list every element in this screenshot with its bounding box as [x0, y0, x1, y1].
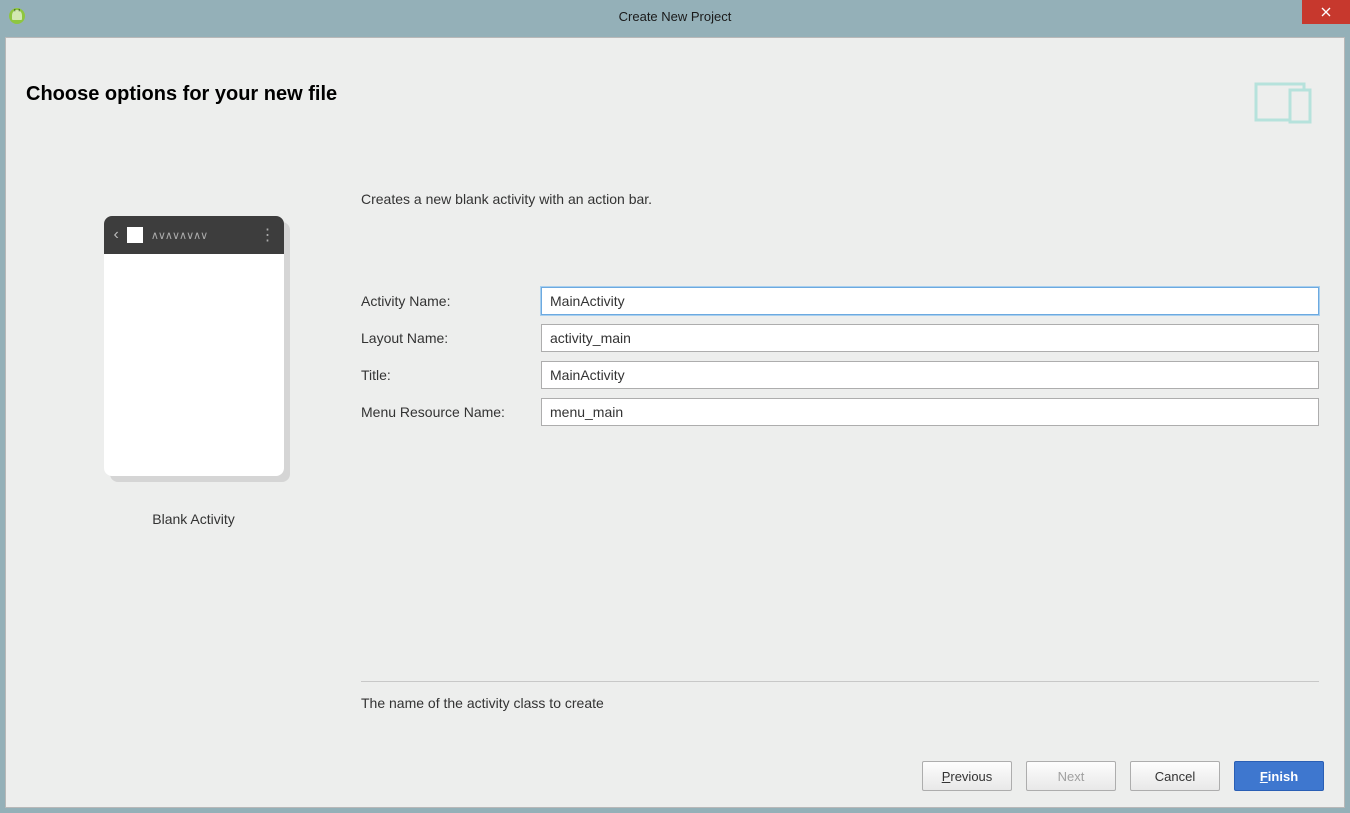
button-row: Previous Next Cancel Finish: [6, 761, 1344, 807]
previous-label-rest: revious: [950, 769, 992, 784]
close-icon: [1321, 7, 1331, 17]
window-title: Create New Project: [619, 9, 732, 24]
header-row: Choose options for your new file: [6, 38, 1344, 126]
title-row: Title:: [361, 361, 1319, 389]
window-frame: Create New Project Choose options for yo…: [0, 0, 1350, 813]
preview-label: Blank Activity: [152, 511, 234, 527]
activity-name-label: Activity Name:: [361, 293, 541, 309]
layout-name-label: Layout Name:: [361, 330, 541, 346]
description-text: Creates a new blank activity with an act…: [361, 191, 1319, 207]
phone-mockup: ‹ ∧∨∧∨∧∨∧∨ ⋮: [104, 216, 284, 476]
form-column: Creates a new blank activity with an act…: [361, 126, 1324, 761]
title-label: Title:: [361, 367, 541, 383]
titlebar[interactable]: Create New Project: [0, 0, 1350, 32]
activity-name-row: Activity Name:: [361, 287, 1319, 315]
preview-column: ‹ ∧∨∧∨∧∨∧∨ ⋮ Blank Activity: [26, 126, 361, 761]
app-icon: [8, 7, 26, 25]
content-row: ‹ ∧∨∧∨∧∨∧∨ ⋮ Blank Activity Creates a ne…: [6, 126, 1344, 761]
window-body-outer: Choose options for your new file ‹: [0, 32, 1350, 813]
hint-divider: [361, 681, 1319, 682]
dialog-body: Choose options for your new file ‹: [5, 37, 1345, 808]
finish-label-rest: inish: [1268, 769, 1298, 784]
activity-name-input[interactable]: [541, 287, 1319, 315]
finish-button[interactable]: Finish: [1234, 761, 1324, 791]
page-title: Choose options for your new file: [26, 83, 337, 106]
overflow-menu-icon: ⋮: [260, 225, 274, 245]
next-button[interactable]: Next: [1026, 761, 1116, 791]
close-button[interactable]: [1302, 0, 1350, 24]
hint-text: The name of the activity class to create: [361, 695, 1319, 711]
preview-thumbnail: ‹ ∧∨∧∨∧∨∧∨ ⋮: [104, 216, 284, 476]
cancel-button[interactable]: Cancel: [1130, 761, 1220, 791]
previous-button[interactable]: Previous: [922, 761, 1012, 791]
layout-hint-icon: [1254, 78, 1324, 126]
title-input[interactable]: [541, 361, 1319, 389]
layout-name-row: Layout Name:: [361, 324, 1319, 352]
app-launcher-icon: [127, 227, 143, 243]
back-icon: ‹: [114, 226, 119, 244]
menu-resource-row: Menu Resource Name:: [361, 398, 1319, 426]
phone-actionbar: ‹ ∧∨∧∨∧∨∧∨ ⋮: [104, 216, 284, 254]
layout-name-input[interactable]: [541, 324, 1319, 352]
menu-resource-input[interactable]: [541, 398, 1319, 426]
title-placeholder-icon: ∧∨∧∨∧∨∧∨: [151, 229, 252, 242]
menu-resource-label: Menu Resource Name:: [361, 404, 541, 420]
